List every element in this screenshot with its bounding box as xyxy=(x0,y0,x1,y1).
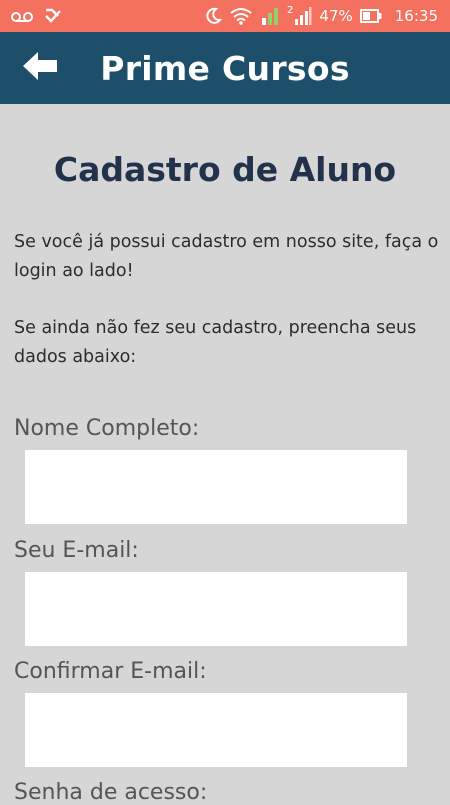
confirm-email-label: Confirmar E-mail: xyxy=(14,659,207,684)
page-title: Cadastro de Aluno xyxy=(53,150,397,189)
app-bar: Prime Cursos xyxy=(0,32,450,104)
confirm-email-field[interactable] xyxy=(25,693,407,767)
intro-text-register: Se ainda não fez seu cadastro, preencha … xyxy=(14,318,417,367)
status-left xyxy=(10,7,62,25)
wifi-icon xyxy=(229,7,253,25)
signal-2-icon: 2 xyxy=(287,6,312,26)
sim-label: 2 xyxy=(287,5,294,16)
app-title: Prime Cursos xyxy=(100,48,350,88)
email-label: Seu E-mail: xyxy=(14,538,139,563)
battery-icon xyxy=(359,9,382,23)
signal-1-icon xyxy=(260,6,280,26)
name-label: Nome Completo: xyxy=(14,416,200,441)
back-button[interactable] xyxy=(18,50,62,86)
intro-text-login: Se você já possui cadastro em nosso site… xyxy=(14,232,439,281)
arrow-left-icon xyxy=(20,50,60,86)
password-label: Senha de acesso: xyxy=(14,780,208,805)
name-field[interactable] xyxy=(25,450,407,524)
check-icon xyxy=(44,7,62,25)
status-bar: 2 47% 16:35 xyxy=(0,0,450,32)
status-right: 2 47% 16:35 xyxy=(204,6,438,26)
email-field[interactable] xyxy=(25,572,407,646)
moon-icon xyxy=(204,7,223,25)
clock: 16:35 xyxy=(394,7,438,25)
battery-percent: 47% xyxy=(319,7,353,25)
voicemail-icon xyxy=(10,8,36,24)
